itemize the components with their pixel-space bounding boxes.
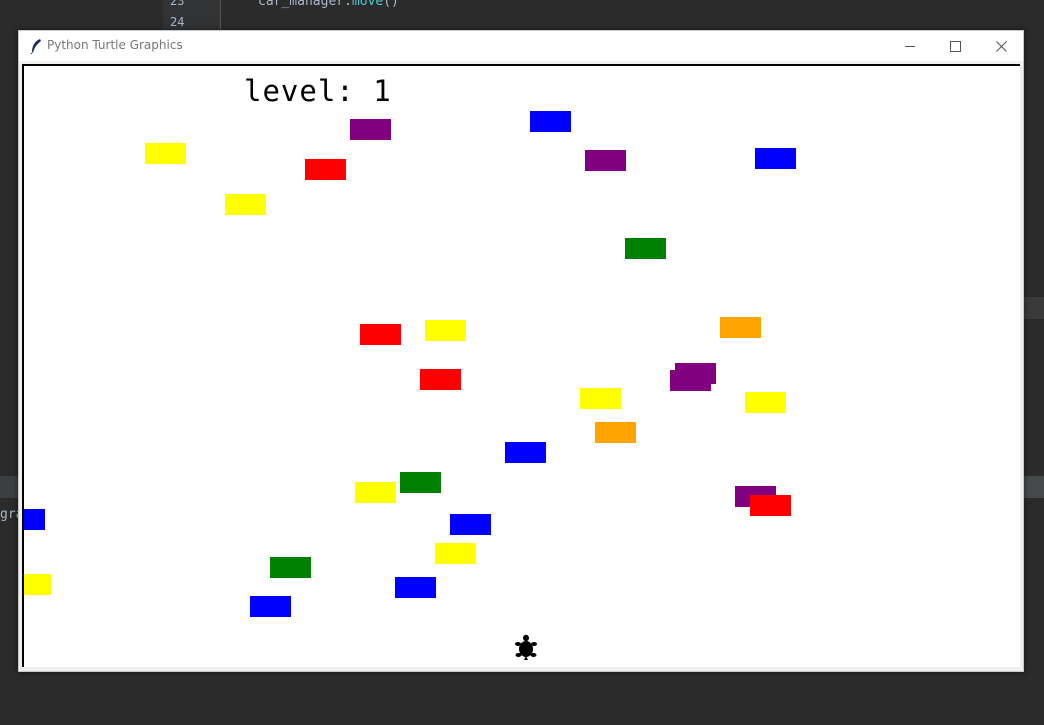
car-blue: [505, 442, 546, 463]
turtle-icon: [515, 634, 537, 660]
ide-code-line[interactable]: car_manager.move(): [258, 0, 399, 9]
title-bar[interactable]: Python Turtle Graphics: [19, 31, 1023, 61]
minimize-button[interactable]: [887, 31, 933, 61]
car-yellow: [745, 392, 786, 413]
ide-line-number: 24: [170, 15, 185, 29]
car-blue: [24, 509, 45, 530]
car-green: [270, 557, 311, 578]
car-green: [625, 238, 666, 259]
close-icon: [995, 40, 1007, 52]
car-red: [360, 324, 401, 345]
car-blue: [755, 148, 796, 169]
ide-panel-bar-end: [1024, 476, 1044, 498]
car-purple: [670, 370, 711, 391]
car-blue: [530, 111, 571, 132]
close-button[interactable]: [978, 31, 1024, 61]
ide-bottom-area: [0, 672, 1044, 725]
car-purple: [350, 119, 391, 140]
car-red: [750, 495, 791, 516]
level-label: level: 1: [244, 74, 392, 108]
car-yellow: [145, 143, 186, 164]
code-paren: (): [383, 0, 399, 9]
car-orange: [720, 317, 761, 338]
window-title: Python Turtle Graphics: [47, 38, 183, 52]
code-method: move: [351, 0, 384, 9]
maximize-button[interactable]: [932, 31, 978, 61]
turtle-window: Python Turtle Graphics level: 1: [18, 30, 1024, 672]
car-red: [305, 159, 346, 180]
code-object: car_manager.: [258, 0, 352, 9]
car-blue: [395, 577, 436, 598]
car-blue: [450, 514, 491, 535]
turtle-canvas[interactable]: level: 1: [22, 64, 1020, 667]
car-yellow: [24, 574, 51, 595]
ide-line-number: 23: [170, 0, 185, 8]
feather-icon: [30, 39, 41, 54]
car-yellow: [355, 482, 396, 503]
car-purple: [585, 150, 626, 171]
car-yellow: [580, 388, 621, 409]
car-yellow: [435, 543, 476, 564]
ide-highlight: [1024, 297, 1044, 319]
car-blue: [250, 596, 291, 617]
car-yellow: [225, 194, 266, 215]
car-yellow: [425, 320, 466, 341]
car-red: [420, 369, 461, 390]
car-green: [400, 472, 441, 493]
car-orange: [595, 422, 636, 443]
